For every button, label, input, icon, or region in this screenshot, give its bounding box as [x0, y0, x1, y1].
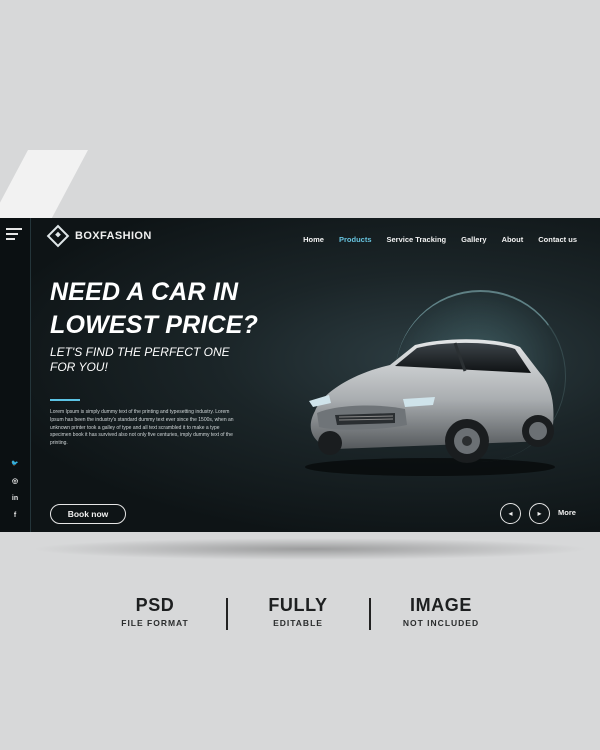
feature-image: IMAGE NOT INCLUDED [390, 595, 492, 628]
headline-line-1: NEED A CAR IN [50, 278, 239, 306]
more-link[interactable]: More [558, 508, 576, 517]
side-rail: 🐦 ◎ in f [0, 218, 31, 532]
feature-badges: PSD FILE FORMAT FULLY EDITABLE IMAGE NOT… [0, 595, 600, 645]
instagram-icon[interactable]: ◎ [0, 473, 30, 490]
next-arrow-button[interactable]: ▸ [529, 503, 550, 524]
feature-divider [369, 598, 371, 630]
accent-divider [50, 399, 80, 401]
feature-divider [226, 598, 228, 630]
nav-item-contact[interactable]: Contact us [538, 235, 577, 244]
hamburger-menu-icon[interactable] [6, 228, 22, 240]
book-now-button[interactable]: Book now [50, 504, 126, 524]
social-links: 🐦 ◎ in f [0, 456, 30, 524]
feature-title: PSD [135, 595, 175, 615]
nav-item-gallery[interactable]: Gallery [461, 235, 486, 244]
feature-title: IMAGE [409, 595, 472, 615]
facebook-icon[interactable]: f [0, 507, 30, 524]
headline-line-2: LOWEST PRICE? [50, 311, 259, 339]
car-image [305, 339, 555, 476]
hero-headline: NEED A CAR IN LOWEST PRICE? [50, 276, 258, 342]
nav-item-products[interactable]: Products [339, 235, 372, 244]
subheading-line-2: FOR YOU! [50, 360, 108, 374]
subheading-line-1: LET'S FIND THE PERFECT ONE [50, 345, 230, 359]
mockup-shadow [30, 538, 590, 560]
linkedin-icon[interactable]: in [0, 490, 30, 507]
hero-description: Lorem Ipsum is simply dummy text of the … [50, 409, 234, 447]
feature-title: FULLY [268, 595, 328, 615]
prev-arrow-button[interactable]: ◂ [500, 503, 521, 524]
feature-subtitle: EDITABLE [273, 618, 323, 628]
feature-subtitle: FILE FORMAT [121, 618, 189, 628]
feature-subtitle: NOT INCLUDED [402, 618, 480, 628]
nav-item-about[interactable]: About [502, 235, 524, 244]
twitter-icon[interactable]: 🐦 [0, 456, 30, 473]
logo-icon [46, 224, 70, 248]
feature-editable: FULLY EDITABLE [250, 595, 346, 628]
feature-psd: PSD FILE FORMAT [108, 595, 202, 628]
nav-item-home[interactable]: Home [303, 235, 324, 244]
website-mockup: 🐦 ◎ in f BOXFASHION Home Products Servic… [0, 218, 600, 532]
brand-name: BOXFASHION [75, 230, 152, 242]
hero-subheading: LET'S FIND THE PERFECT ONE FOR YOU! [50, 345, 270, 375]
brand-logo[interactable]: BOXFASHION [46, 224, 152, 248]
nav-item-service-tracking[interactable]: Service Tracking [387, 235, 447, 244]
main-nav: Home Products Service Tracking Gallery A… [288, 235, 577, 244]
